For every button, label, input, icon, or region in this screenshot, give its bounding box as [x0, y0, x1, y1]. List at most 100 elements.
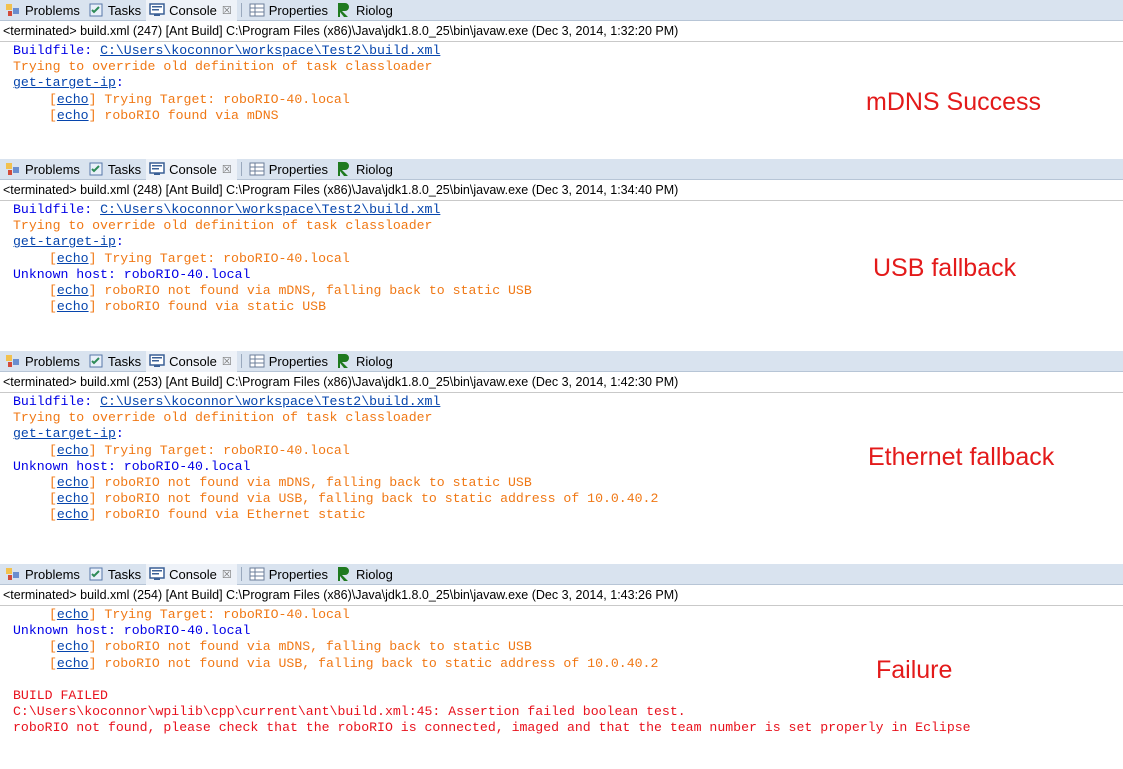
tab-label: Problems — [25, 2, 80, 18]
echo-bracket: ] — [88, 250, 97, 266]
echo-bracket: [ — [49, 282, 57, 298]
echo-text: roboRIO found via Ethernet static — [96, 507, 366, 523]
problems-icon — [5, 353, 21, 369]
tab-label: Console — [169, 566, 217, 582]
tab-problems[interactable]: Problems — [2, 159, 85, 180]
tab-riolog[interactable]: Riolog — [333, 351, 398, 372]
echo-link[interactable]: echo — [57, 639, 89, 654]
tab-riolog[interactable]: Riolog — [333, 159, 398, 180]
console-line: [echo] roboRIO found via static USB — [13, 299, 1123, 315]
echo-link[interactable]: echo — [57, 108, 89, 123]
tab-separator — [240, 3, 242, 17]
echo-link[interactable]: echo — [57, 507, 89, 522]
properties-icon — [249, 2, 265, 18]
echo-link[interactable]: echo — [57, 607, 89, 622]
tab-console[interactable]: Console ☒ — [146, 159, 237, 180]
tab-separator — [240, 354, 242, 368]
buildfile-label: Buildfile: — [13, 43, 101, 58]
console-icon — [149, 2, 165, 18]
tab-problems[interactable]: Problems — [2, 0, 85, 21]
stdout-text: Unknown host: roboRIO-40.local — [13, 458, 251, 474]
tab-tasks[interactable]: Tasks — [85, 351, 146, 372]
warning-text: Trying to override old definition of tas… — [13, 59, 433, 75]
tab-label: Console — [169, 353, 217, 369]
close-icon[interactable]: ☒ — [222, 163, 232, 176]
tab-problems[interactable]: Problems — [2, 351, 85, 372]
tab-separator — [240, 567, 242, 581]
echo-bracket: [ — [49, 107, 57, 123]
tab-tasks[interactable]: Tasks — [85, 0, 146, 21]
tab-problems[interactable]: Problems — [2, 564, 85, 585]
echo-bracket: [ — [49, 507, 57, 523]
launch-status: <terminated> build.xml (254) [Ant Build]… — [0, 585, 1123, 606]
close-icon[interactable]: ☒ — [222, 4, 232, 17]
console-line: [echo] roboRIO not found via USB, fallin… — [13, 491, 1123, 507]
echo-bracket: [ — [49, 474, 57, 490]
console-icon — [149, 566, 165, 582]
echo-text: roboRIO not found via USB, falling back … — [96, 491, 659, 507]
tab-properties[interactable]: Properties — [246, 0, 333, 21]
buildfile-link[interactable]: C:\Users\koconnor\workspace\Test2\build.… — [100, 43, 440, 58]
echo-link[interactable]: echo — [57, 92, 89, 107]
buildfile-link[interactable]: C:\Users\koconnor\workspace\Test2\build.… — [100, 394, 440, 409]
echo-link[interactable]: echo — [57, 491, 89, 506]
console-line: [echo] roboRIO not found via mDNS, falli… — [13, 639, 1123, 655]
echo-bracket: [ — [49, 655, 57, 671]
echo-bracket: [ — [49, 491, 57, 507]
tasks-icon — [88, 353, 104, 369]
console-panel-4: Problems Tasks Console ☒ Properties Riolo… — [0, 564, 1123, 769]
tab-riolog[interactable]: Riolog — [333, 0, 398, 21]
tab-properties[interactable]: Properties — [246, 564, 333, 585]
console-line: roboRIO not found, please check that the… — [13, 720, 1123, 736]
echo-text: Trying Target: roboRIO-40.local — [96, 607, 350, 622]
close-icon[interactable]: ☒ — [222, 355, 232, 368]
properties-icon — [249, 353, 265, 369]
console-line: C:\Users\koconnor\wpilib\cpp\current\ant… — [13, 704, 1123, 720]
tab-console[interactable]: Console ☒ — [146, 351, 237, 372]
tab-console[interactable]: Console ☒ — [146, 564, 237, 585]
target-link[interactable]: get-target-ip — [13, 234, 116, 249]
echo-link[interactable]: echo — [57, 251, 89, 266]
echo-bracket: ] — [88, 655, 97, 671]
tab-riolog[interactable]: Riolog — [333, 564, 398, 585]
console-line: get-target-ip: — [13, 234, 1123, 250]
tab-properties[interactable]: Properties — [246, 351, 333, 372]
problems-icon — [5, 2, 21, 18]
target-colon: : — [115, 234, 124, 250]
echo-link[interactable]: echo — [57, 443, 89, 458]
tab-console[interactable]: Console ☒ — [146, 0, 237, 21]
echo-text: Trying Target: roboRIO-40.local — [96, 91, 350, 107]
tab-tasks[interactable]: Tasks — [85, 159, 146, 180]
echo-text: roboRIO found via static USB — [96, 299, 326, 315]
echo-link[interactable]: echo — [57, 299, 89, 314]
console-line: get-target-ip: — [13, 426, 1123, 442]
console-line: Trying to override old definition of tas… — [13, 410, 1123, 426]
close-icon[interactable]: ☒ — [222, 568, 232, 581]
tab-label: Riolog — [355, 2, 393, 18]
echo-link[interactable]: echo — [57, 656, 89, 671]
console-line: BUILD FAILED — [13, 688, 1123, 704]
tasks-icon — [88, 161, 104, 177]
problems-icon — [5, 566, 21, 582]
echo-bracket: ] — [88, 607, 97, 622]
tab-label: Tasks — [107, 566, 142, 582]
echo-bracket: ] — [88, 507, 97, 523]
echo-link[interactable]: echo — [57, 475, 89, 490]
console-line: Trying to override old definition of tas… — [13, 59, 1123, 75]
echo-text: roboRIO found via mDNS — [96, 107, 279, 123]
tab-properties[interactable]: Properties — [246, 159, 333, 180]
echo-text: roboRIO not found via mDNS, falling back… — [96, 282, 532, 298]
tab-label: Riolog — [355, 161, 393, 177]
buildfile-link[interactable]: C:\Users\koconnor\workspace\Test2\build.… — [100, 202, 440, 217]
target-link[interactable]: get-target-ip — [13, 426, 116, 441]
stdout-text: Unknown host: roboRIO-40.local — [13, 623, 251, 639]
console-line: [echo] Trying Target: roboRIO-40.local — [13, 607, 1123, 623]
tab-tasks[interactable]: Tasks — [85, 564, 146, 585]
launch-status: <terminated> build.xml (247) [Ant Build]… — [0, 21, 1123, 42]
tab-label: Tasks — [107, 353, 142, 369]
echo-bracket: [ — [49, 91, 57, 107]
target-link[interactable]: get-target-ip — [13, 75, 116, 90]
tab-label: Properties — [268, 2, 328, 18]
echo-link[interactable]: echo — [57, 283, 89, 298]
console-panel-3: Problems Tasks Console ☒ Properties Riolo… — [0, 351, 1123, 566]
